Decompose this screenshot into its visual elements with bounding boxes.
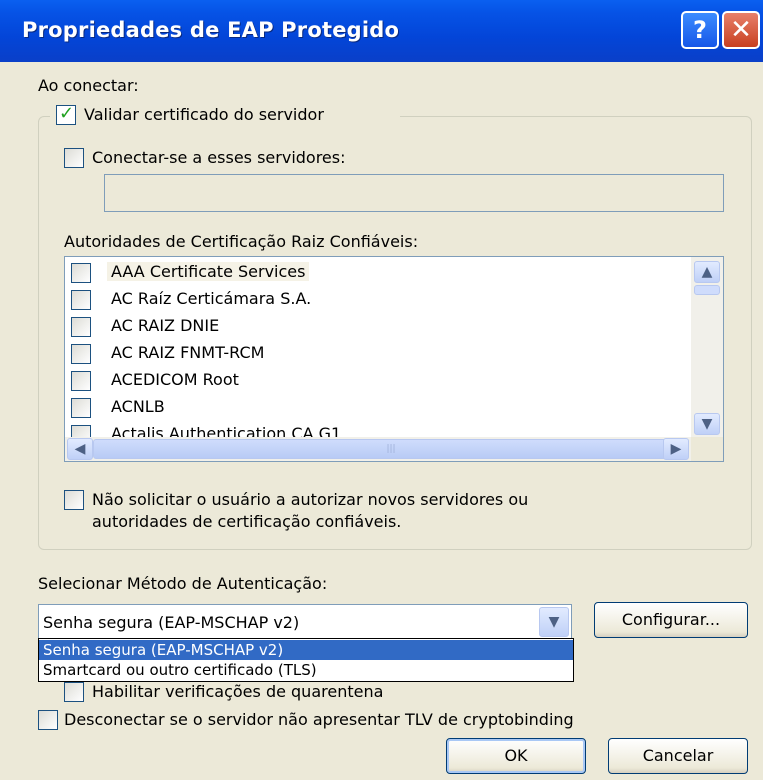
auth-method-select[interactable]: Senha segura (EAP-MSCHAP v2) ▼ — [38, 604, 572, 640]
list-item[interactable]: ACEDICOM Root — [65, 368, 665, 394]
list-item-checkbox[interactable] — [71, 317, 91, 337]
validar-row[interactable]: Validar certificado do servidor — [50, 103, 400, 127]
list-item[interactable]: AC RAIZ DNIE — [65, 314, 665, 340]
habilitar-label: Habilitar verificações de quarentena — [92, 682, 384, 701]
window-title: Propriedades de EAP Protegido — [22, 18, 400, 42]
list-item-label: ACNLB — [111, 397, 165, 416]
list-item[interactable]: AAA Certificate Services — [65, 260, 665, 286]
chevron-up-icon[interactable]: ▲ — [694, 261, 720, 283]
title-bar[interactable]: Propriedades de EAP Protegido ? ✕ — [0, 0, 763, 62]
nao-solicitar-checkbox[interactable] — [64, 490, 84, 510]
horizontal-scrollbar[interactable]: ◀ ||| — [65, 437, 691, 461]
servers-field[interactable] — [104, 174, 724, 212]
ca-list-label: Autoridades de Certificação Raiz Confiáv… — [64, 232, 419, 251]
chevron-down-icon[interactable]: ▼ — [539, 607, 569, 637]
validar-checkbox[interactable] — [56, 103, 76, 125]
scroll-corner — [691, 437, 723, 461]
list-item-label: AAA Certificate Services — [107, 262, 310, 281]
list-item[interactable]: AC RAIZ FNMT-RCM — [65, 341, 665, 367]
validar-label: Validar certificado do servidor — [84, 105, 324, 124]
help-button[interactable]: ? — [681, 11, 719, 49]
conectar-checkbox[interactable] — [64, 148, 84, 168]
chevron-down-icon[interactable]: ▼ — [694, 413, 720, 435]
desconectar-label: Desconectar se o servidor não apresentar… — [64, 710, 574, 729]
vertical-scrollbar[interactable]: ▲ ▼ — [691, 257, 723, 437]
list-item-checkbox[interactable] — [71, 398, 91, 418]
list-item-checkbox[interactable] — [71, 371, 91, 391]
auth-method-value: Senha segura (EAP-MSCHAP v2) — [43, 613, 300, 632]
dialog-window: Propriedades de EAP Protegido ? ✕ Ao con… — [0, 0, 763, 780]
cancel-button[interactable]: Cancelar — [608, 738, 748, 774]
vertical-scroll-thumb[interactable] — [694, 285, 720, 295]
close-button[interactable]: ✕ — [722, 11, 760, 49]
horizontal-scroll-thumb[interactable]: ||| — [93, 439, 689, 459]
ao-conectar-label: Ao conectar: — [38, 76, 139, 95]
auth-method-dropdown[interactable]: Senha segura (EAP-MSCHAP v2) Smartcard o… — [38, 638, 574, 682]
ok-button[interactable]: OK — [446, 738, 586, 774]
dropdown-option[interactable]: Senha segura (EAP-MSCHAP v2) — [39, 640, 573, 660]
list-item-label: AC RAIZ DNIE — [111, 316, 220, 335]
chevron-left-icon[interactable]: ◀ — [67, 438, 93, 460]
list-item-checkbox[interactable] — [71, 290, 91, 310]
list-item-label: ACEDICOM Root — [111, 370, 239, 389]
ca-list[interactable]: AAA Certificate Services AC Raíz Certicá… — [64, 256, 724, 462]
list-item-checkbox[interactable] — [71, 263, 91, 283]
chevron-right-icon[interactable]: ▶ — [663, 438, 689, 460]
list-item[interactable]: AC Raíz Certicámara S.A. — [65, 287, 665, 313]
list-item-checkbox[interactable] — [71, 344, 91, 364]
desconectar-checkbox[interactable] — [38, 710, 58, 730]
auth-method-label: Selecionar Método de Autenticação: — [38, 574, 328, 593]
habilitar-checkbox[interactable] — [64, 682, 84, 702]
conectar-label: Conectar-se a esses servidores: — [92, 148, 346, 167]
list-item-label: AC RAIZ FNMT-RCM — [111, 343, 265, 362]
list-item-label: AC Raíz Certicámara S.A. — [111, 289, 312, 308]
configurar-button[interactable]: Configurar... — [594, 602, 748, 638]
dropdown-option[interactable]: Smartcard ou outro certificado (TLS) — [39, 660, 573, 680]
nao-solicitar-line2: autoridades de certificação confiáveis. — [92, 512, 402, 531]
nao-solicitar-line1: Não solicitar o usuário a autorizar novo… — [92, 490, 529, 509]
list-item[interactable]: ACNLB — [65, 395, 665, 421]
